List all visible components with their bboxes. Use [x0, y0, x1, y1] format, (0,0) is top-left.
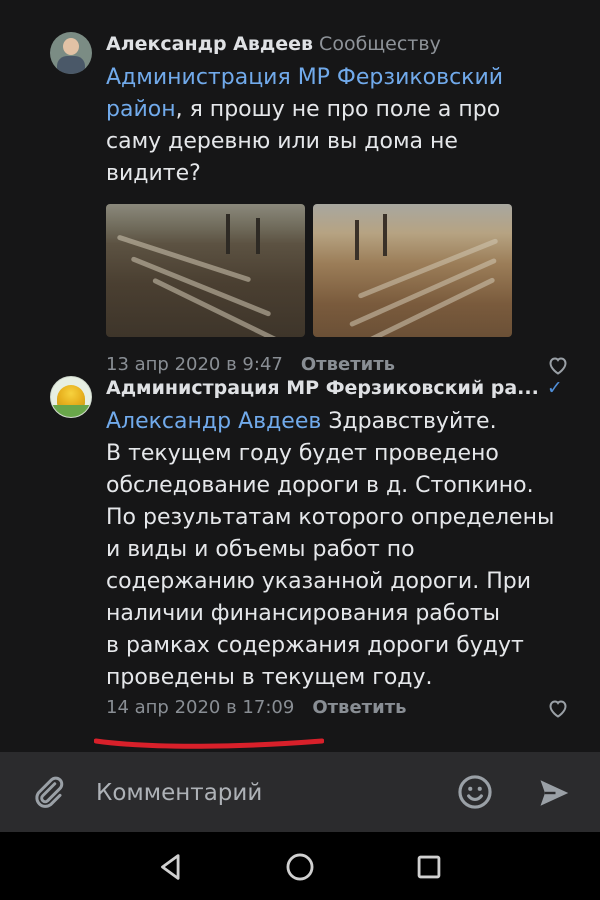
comment-text-body: Здравствуйте.	[321, 409, 497, 434]
photo-detail	[340, 276, 496, 337]
recents-icon[interactable]	[412, 850, 446, 884]
comment-line: наличии финансирования работы	[106, 601, 501, 626]
comment-text: Администрация МР Ферзиковский район, я п…	[106, 62, 546, 190]
muddy-road-photo[interactable]	[106, 204, 305, 337]
comment-meta: 14 апр 2020 в 17:09 Ответить	[106, 694, 570, 722]
system-navbar	[0, 832, 600, 900]
heart-icon[interactable]	[546, 696, 570, 720]
comment-author[interactable]: Александр Авдеев	[106, 33, 313, 55]
comment-body: Александр Авдеев Сообществу Администрация…	[106, 30, 570, 379]
photo-attachments	[106, 204, 570, 337]
avatar-emblem-base	[51, 405, 91, 417]
comment-line: и виды и объемы работ по	[106, 537, 415, 562]
comment-target: Сообществу	[319, 33, 441, 55]
attach-icon[interactable]	[30, 774, 66, 810]
avatar[interactable]	[50, 376, 92, 418]
comment-line: В текущем году будет проведено	[106, 441, 499, 466]
comment-item: Александр Авдеев Сообществу Администрация…	[0, 28, 600, 375]
comment-input[interactable]	[96, 774, 436, 812]
comment-line: Александр Авдеев Здравствуйте.	[106, 406, 570, 438]
comment-header: Администрация МР Ферзиковский ра... ✓	[106, 374, 570, 402]
reply-button[interactable]: Ответить	[312, 697, 406, 718]
comment-line: обследование дороги в д. Стопкино.	[106, 473, 534, 498]
avatar-shoulders	[57, 56, 85, 74]
comment-line: проведены в текущем году.	[106, 665, 433, 690]
home-icon[interactable]	[283, 850, 317, 884]
photo-detail	[256, 218, 260, 254]
photo-detail	[226, 214, 230, 254]
send-icon[interactable]	[536, 775, 572, 811]
comments-feed[interactable]: Александр Авдеев Сообществу Администрация…	[0, 0, 600, 752]
rutted-road-photo[interactable]	[313, 204, 512, 337]
comment-line: содержанию указанной дороги. При	[106, 569, 531, 594]
comment-line: в рамках содержания дороги будут	[106, 633, 524, 658]
comment-date: 14 апр 2020 в 17:09	[106, 697, 295, 718]
comment-text: Александр Авдеев Здравствуйте. В текущем…	[106, 406, 570, 694]
check-verified-icon: ✓	[546, 377, 563, 399]
comment-header: Александр Авдеев Сообществу	[106, 30, 570, 58]
comment-item: Администрация МР Ферзиковский ра... ✓ Але…	[0, 372, 600, 742]
avatar-face	[63, 38, 79, 55]
comment-body: Администрация МР Ферзиковский ра... ✓ Але…	[106, 374, 570, 722]
mention-link[interactable]: Александр Авдеев	[106, 409, 321, 434]
comment-composer	[0, 752, 600, 832]
avatar[interactable]	[50, 32, 92, 74]
back-icon[interactable]	[154, 850, 188, 884]
photo-detail	[355, 220, 359, 260]
emoji-icon[interactable]	[456, 773, 494, 811]
comment-line: По результатам которого определены	[106, 505, 555, 530]
photo-detail	[383, 214, 387, 256]
red-underline-annotation	[94, 738, 324, 749]
comment-author[interactable]: Администрация МР Ферзиковский ра...	[106, 377, 539, 399]
